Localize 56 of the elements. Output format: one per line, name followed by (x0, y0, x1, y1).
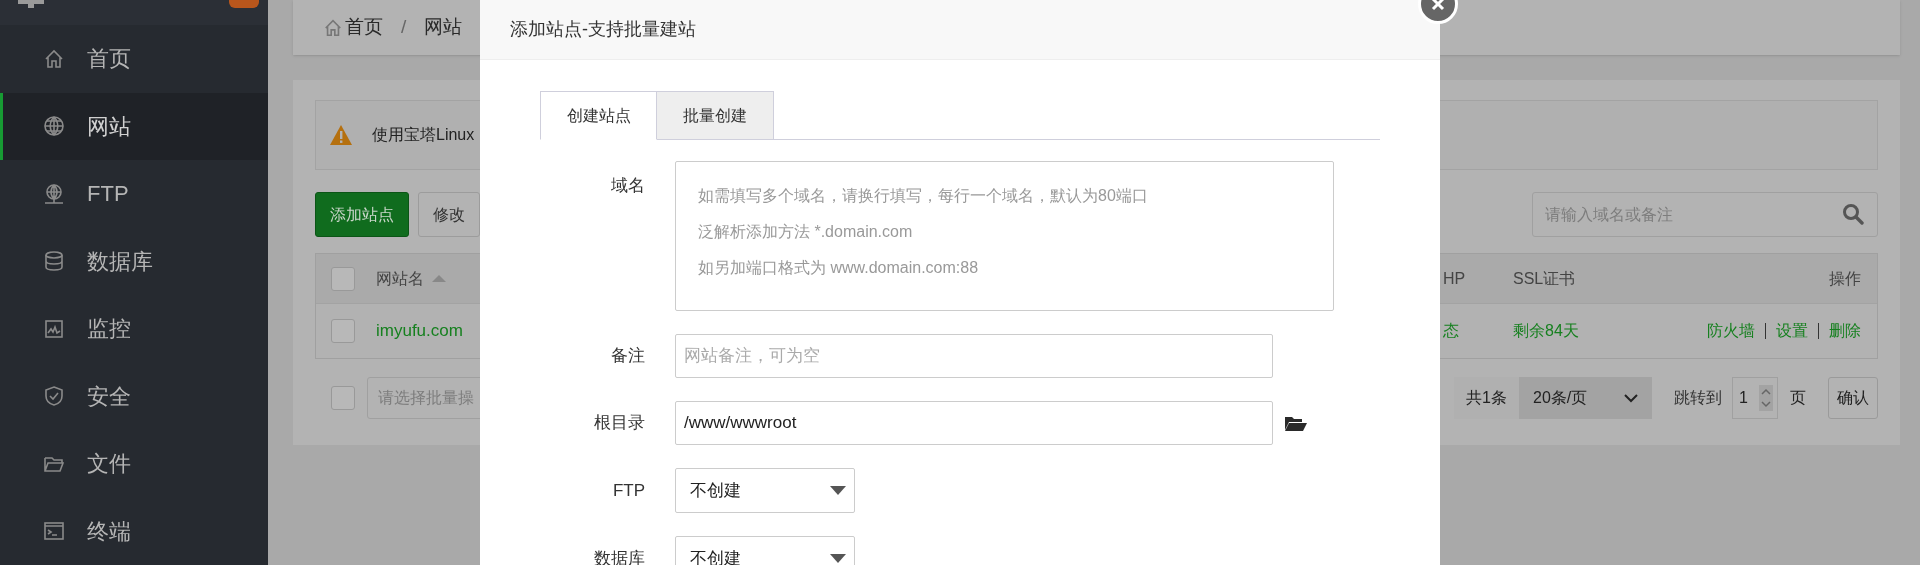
home-icon (43, 47, 65, 70)
select-dropdown[interactable]: 不创建 (675, 468, 855, 513)
field-label: FTP (612, 479, 645, 502)
search-icon[interactable] (1842, 203, 1864, 225)
input-field[interactable]: 网站备注，可为空 (675, 334, 1273, 378)
path-input[interactable]: /www/wwwroot (675, 401, 1273, 445)
sidebar-item[interactable]: 监控 (0, 295, 268, 363)
home-icon (323, 17, 343, 38)
page-size-select[interactable]: 20条/页 (1519, 377, 1652, 419)
sidebar-item[interactable]: FTP (0, 160, 268, 228)
column-header: 操作 (1829, 268, 1861, 289)
network-globe-icon (43, 182, 65, 205)
breadcrumb-separator: / (400, 15, 408, 40)
field-label: 根目录 (594, 412, 645, 435)
dropdown-arrow-icon[interactable] (830, 485, 846, 496)
alert-text: 使用宝塔Linux (372, 125, 475, 145)
column-header[interactable]: 网站名 (376, 266, 424, 291)
close-icon[interactable] (1431, 0, 1445, 11)
chart-icon (43, 317, 65, 340)
folder-icon[interactable] (1285, 414, 1307, 432)
confirm-button[interactable]: 确认 (1828, 377, 1878, 419)
database-icon (43, 250, 65, 273)
sidebar-item[interactable]: 数据库 (0, 227, 268, 295)
tab[interactable]: 批量创建 (657, 91, 774, 140)
select-dropdown[interactable]: 不创建 (675, 536, 855, 565)
checkbox[interactable] (331, 266, 355, 291)
dropdown-arrow-icon[interactable] (830, 553, 846, 564)
checkbox[interactable] (331, 319, 355, 343)
breadcrumb-link[interactable]: 首页 (345, 13, 383, 42)
breadcrumb-link[interactable]: 网站 (424, 13, 463, 42)
add-site-button[interactable]: 添加站点 (315, 192, 409, 237)
dialog-title: 添加站点-支持批量建站 (510, 18, 696, 41)
placeholder-line: 如需填写多个域名，请换行填写，每行一个域名，默认为80端口 (698, 186, 1149, 206)
field-label: 备注 (611, 345, 645, 368)
placeholder-line: 泛解析添加方法 *.domain.com (698, 222, 914, 242)
page-unit-label: 页 (1790, 388, 1806, 408)
chevron-down-icon[interactable] (1624, 393, 1638, 403)
field-label: 域名 (611, 175, 645, 197)
page-number-input[interactable]: 1 (1732, 377, 1778, 419)
sidebar-item[interactable]: 终端 (0, 497, 268, 565)
column-header: SSL证书 (1513, 268, 1576, 289)
jump-label: 跳转到 (1674, 388, 1722, 408)
logo-icon (16, 0, 46, 8)
placeholder-line: 如另加端口格式为 www.domain.com:88 (698, 258, 980, 278)
sidebar-item[interactable]: 首页 (0, 25, 268, 93)
sidebar-item[interactable]: 安全 (0, 362, 268, 430)
column-header: HP (1443, 268, 1466, 289)
sidebar-item[interactable]: 文件 (0, 430, 268, 498)
sidebar-item[interactable]: 网站 (0, 92, 268, 160)
globe-icon (43, 115, 65, 138)
warning-icon (330, 125, 352, 145)
edit-button[interactable]: 修改 (418, 192, 480, 237)
terminal-icon (43, 520, 65, 543)
checkbox[interactable] (331, 386, 355, 410)
shield-icon (43, 385, 65, 408)
tab[interactable]: 创建站点 (540, 91, 657, 140)
